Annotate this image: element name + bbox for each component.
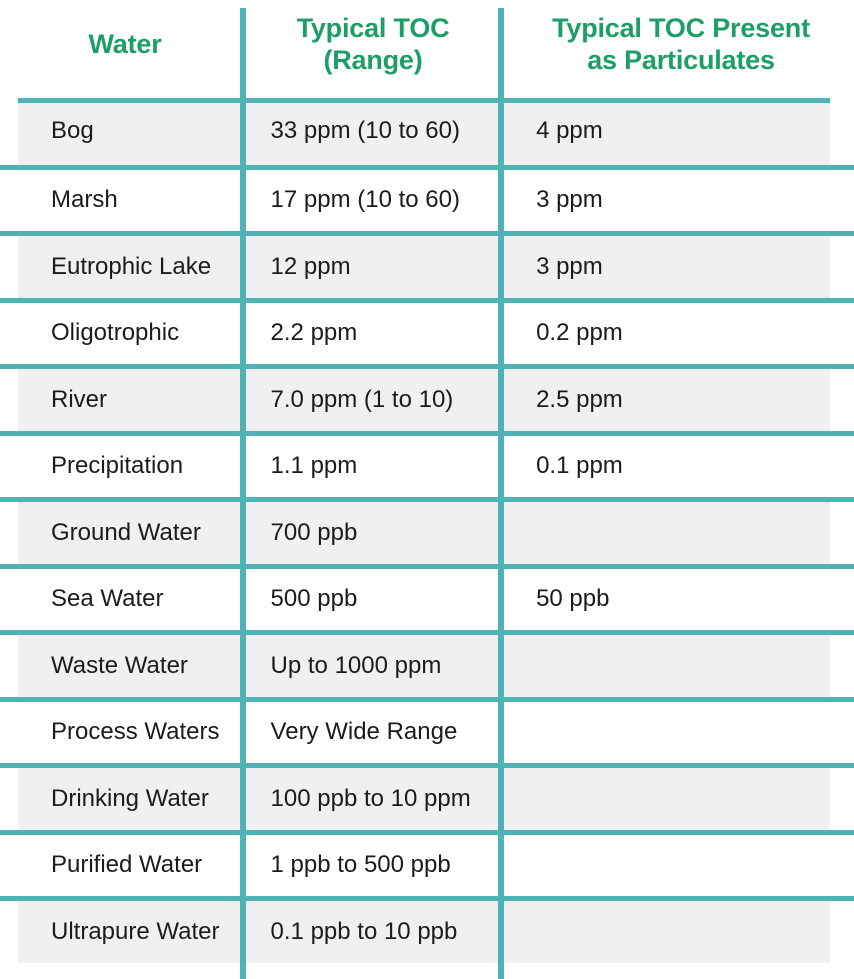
- cell-particulates: 4 ppm: [508, 98, 831, 165]
- row-right-gutter: [830, 768, 854, 830]
- column-header-particulates: Typical TOC Present as Particulates: [502, 0, 854, 98]
- row-right-gutter: [830, 568, 854, 630]
- row-right-gutter: [830, 701, 854, 763]
- row-left-gutter: [0, 369, 18, 431]
- cell-water: Eutrophic Lake: [18, 236, 253, 298]
- column-header-particulates-line2: as Particulates: [587, 45, 775, 75]
- cell-particulates: [508, 701, 831, 763]
- row-right-gutter: [830, 502, 854, 564]
- row-right-gutter: [830, 98, 854, 165]
- cell-particulates: [508, 768, 831, 830]
- row-left-gutter: [0, 302, 18, 364]
- table-row: Eutrophic Lake 12 ppm 3 ppm: [0, 231, 854, 298]
- row-left-gutter: [0, 236, 18, 298]
- row-left-gutter: [0, 768, 18, 830]
- cell-water: Purified Water: [18, 834, 253, 896]
- column-header-typical-toc-line1: Typical TOC: [296, 13, 450, 44]
- table-body: Bog 33 ppm (10 to 60) 4 ppm Marsh 17 ppm (10…: [0, 98, 854, 963]
- cell-particulates: 3 ppm: [508, 169, 831, 231]
- table-row: Purified Water 1 ppb to 500 ppb: [0, 829, 854, 896]
- row-left-gutter: [0, 502, 18, 564]
- table-row: Ultrapure Water 0.1 ppb to 10 ppb: [0, 896, 854, 963]
- cell-water: Ground Water: [18, 502, 253, 564]
- cell-typical-toc: 1.1 ppm: [252, 435, 509, 497]
- table-row: Process Waters Very Wide Range: [0, 696, 854, 763]
- cell-particulates: [508, 635, 831, 697]
- column-header-particulates-label: Typical TOC Present as Particulates: [552, 13, 810, 77]
- cell-typical-toc: 2.2 ppm: [252, 302, 509, 364]
- header-bottom-rule: [18, 98, 830, 103]
- cell-water: Marsh: [18, 169, 253, 231]
- row-left-gutter: [0, 169, 18, 231]
- table-row: Marsh 17 ppm (10 to 60) 3 ppm: [0, 164, 854, 231]
- row-left-gutter: [0, 701, 18, 763]
- row-left-gutter: [0, 98, 18, 165]
- cell-water: Ultrapure Water: [18, 901, 253, 963]
- column-header-typical-toc-line2: (Range): [323, 45, 423, 75]
- cell-water: Drinking Water: [18, 768, 253, 830]
- cell-particulates: 50 ppb: [508, 568, 831, 630]
- cell-typical-toc: 100 ppb to 10 ppm: [252, 768, 509, 830]
- column-header-water: Water: [0, 0, 240, 98]
- cell-particulates: 0.1 ppm: [508, 435, 831, 497]
- cell-particulates: [508, 834, 831, 896]
- cell-typical-toc: Very Wide Range: [252, 701, 509, 763]
- cell-typical-toc: 0.1 ppb to 10 ppb: [252, 901, 509, 963]
- table-row: Sea Water 500 ppb 50 ppb: [0, 563, 854, 630]
- table-row: Precipitation 1.1 ppm 0.1 ppm: [0, 430, 854, 497]
- cell-typical-toc: 500 ppb: [252, 568, 509, 630]
- cell-particulates: 2.5 ppm: [508, 369, 831, 431]
- cell-water: Oligotrophic: [18, 302, 253, 364]
- cell-particulates: [508, 502, 831, 564]
- row-right-gutter: [830, 635, 854, 697]
- cell-water: Sea Water: [18, 568, 253, 630]
- table-row: Bog 33 ppm (10 to 60) 4 ppm: [0, 98, 854, 165]
- table-row: Drinking Water 100 ppb to 10 ppm: [0, 763, 854, 830]
- table-row: Waste Water Up to 1000 ppm: [0, 630, 854, 697]
- column-header-water-label: Water: [88, 29, 162, 60]
- cell-water: River: [18, 369, 253, 431]
- table-header-row: Water Typical TOC (Range) Typical TOC Pr…: [0, 0, 854, 98]
- cell-water: Precipitation: [18, 435, 253, 497]
- cell-particulates: 0.2 ppm: [508, 302, 831, 364]
- row-left-gutter: [0, 901, 18, 963]
- row-right-gutter: [830, 236, 854, 298]
- cell-water: Bog: [18, 98, 253, 165]
- table-row: Ground Water 700 ppb: [0, 497, 854, 564]
- row-left-gutter: [0, 435, 18, 497]
- table-row: Oligotrophic 2.2 ppm 0.2 ppm: [0, 297, 854, 364]
- cell-typical-toc: 7.0 ppm (1 to 10): [252, 369, 509, 431]
- column-header-typical-toc-label: Typical TOC (Range): [297, 13, 450, 77]
- cell-typical-toc: 1 ppb to 500 ppb: [252, 834, 509, 896]
- toc-water-table: Water Typical TOC (Range) Typical TOC Pr…: [0, 0, 854, 979]
- cell-water: Waste Water: [18, 635, 253, 697]
- cell-particulates: [508, 901, 831, 963]
- row-right-gutter: [830, 834, 854, 896]
- row-left-gutter: [0, 568, 18, 630]
- row-right-gutter: [830, 901, 854, 963]
- table-row: River 7.0 ppm (1 to 10) 2.5 ppm: [0, 364, 854, 431]
- row-right-gutter: [830, 435, 854, 497]
- column-header-particulates-line1: Typical TOC Present: [552, 13, 810, 44]
- cell-water: Process Waters: [18, 701, 253, 763]
- row-left-gutter: [0, 635, 18, 697]
- row-left-gutter: [0, 834, 18, 896]
- cell-typical-toc: 700 ppb: [252, 502, 509, 564]
- cell-particulates: 3 ppm: [508, 236, 831, 298]
- column-header-typical-toc: Typical TOC (Range): [240, 0, 502, 98]
- cell-typical-toc: 33 ppm (10 to 60): [252, 98, 509, 165]
- cell-typical-toc: 17 ppm (10 to 60): [252, 169, 509, 231]
- cell-typical-toc: 12 ppm: [252, 236, 509, 298]
- row-right-gutter: [830, 369, 854, 431]
- row-right-gutter: [830, 169, 854, 231]
- row-right-gutter: [830, 302, 854, 364]
- cell-typical-toc: Up to 1000 ppm: [252, 635, 509, 697]
